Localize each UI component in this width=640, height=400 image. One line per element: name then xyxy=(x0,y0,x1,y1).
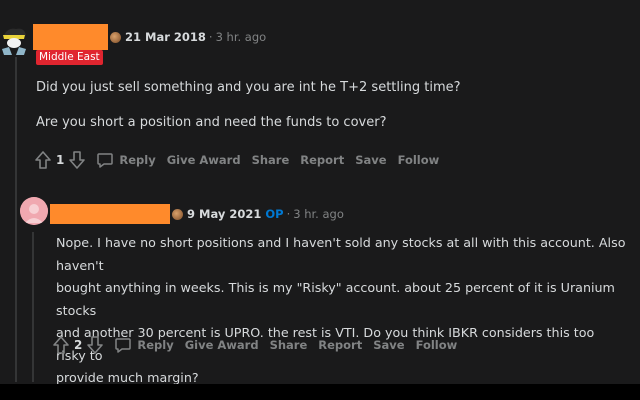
redacted-username xyxy=(50,204,170,224)
avatar[interactable] xyxy=(0,25,28,57)
avatar[interactable] xyxy=(20,197,48,225)
meta-separator: · xyxy=(286,207,291,221)
comment-line: Nope. I have no short positions and I ha… xyxy=(56,235,626,273)
follow-button[interactable]: Follow xyxy=(416,338,458,352)
comment-time[interactable]: 3 hr. ago xyxy=(293,207,344,221)
comment-paragraph: Did you just sell something and you are … xyxy=(36,80,461,95)
avatar-icon xyxy=(0,25,28,57)
report-button[interactable]: Report xyxy=(300,153,344,167)
comment-icon xyxy=(96,151,114,169)
comment-body: Did you just sell something and you are … xyxy=(36,77,596,147)
user-flair: Middle East xyxy=(36,50,103,65)
comment-paragraph: Are you short a position and need the fu… xyxy=(36,115,387,130)
save-button[interactable]: Save xyxy=(355,153,386,167)
comment-actions: 2 Reply Give Award Share Report Save Fol… xyxy=(52,335,468,355)
give-award-button[interactable]: Give Award xyxy=(185,338,259,352)
vote-score: 1 xyxy=(56,153,65,167)
thread-line[interactable] xyxy=(15,52,17,382)
comment-actions: 1 Reply Give Award Share Report Save Fol… xyxy=(34,150,450,170)
comment-meta: 21 Mar 2018 · 3 hr. ago xyxy=(110,30,266,44)
comment-line: bought anything in weeks. This is my "Ri… xyxy=(56,280,615,318)
comment-icon xyxy=(114,336,132,354)
bottom-bar xyxy=(0,384,640,400)
upvote-icon[interactable] xyxy=(34,150,52,170)
thread-line-nested[interactable] xyxy=(32,232,34,382)
reply-label: Reply xyxy=(119,153,156,167)
give-award-button[interactable]: Give Award xyxy=(167,153,241,167)
comment-date: 21 Mar 2018 xyxy=(125,30,206,44)
redacted-username xyxy=(33,24,108,50)
downvote-icon[interactable] xyxy=(86,335,104,355)
reply-label: Reply xyxy=(137,338,174,352)
share-button[interactable]: Share xyxy=(270,338,308,352)
comment-time[interactable]: 3 hr. ago xyxy=(216,30,267,44)
follow-button[interactable]: Follow xyxy=(398,153,440,167)
comment-thread: 21 Mar 2018 · 3 hr. ago Middle East Did … xyxy=(0,0,640,400)
meta-separator: · xyxy=(208,30,213,44)
op-badge: OP xyxy=(265,207,284,221)
award-icon xyxy=(110,31,121,43)
report-button[interactable]: Report xyxy=(318,338,362,352)
share-button[interactable]: Share xyxy=(252,153,290,167)
reply-button[interactable]: Reply xyxy=(96,151,156,169)
reply-button[interactable]: Reply xyxy=(114,336,174,354)
avatar-icon xyxy=(20,197,48,225)
vote-score: 2 xyxy=(74,338,83,352)
downvote-icon[interactable] xyxy=(68,150,86,170)
comment-meta: 9 May 2021 OP · 3 hr. ago xyxy=(172,207,344,221)
comment-date: 9 May 2021 xyxy=(187,207,262,221)
upvote-icon[interactable] xyxy=(52,335,70,355)
save-button[interactable]: Save xyxy=(373,338,404,352)
award-icon xyxy=(172,208,183,220)
comment-body: Nope. I have no short positions and I ha… xyxy=(56,232,626,390)
